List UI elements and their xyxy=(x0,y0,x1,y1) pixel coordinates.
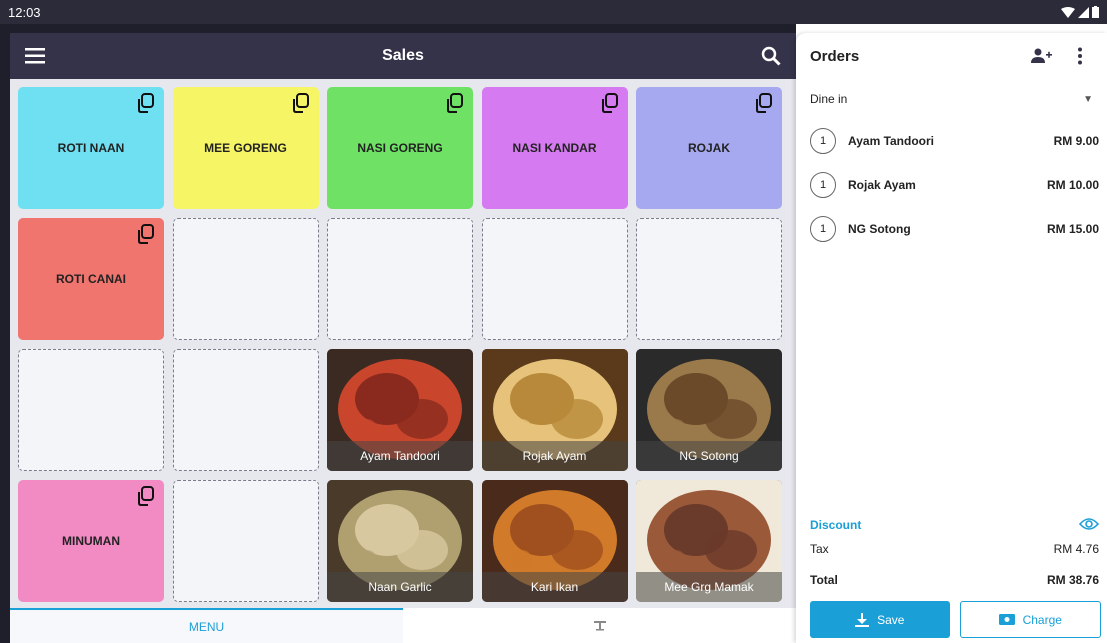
tile-label: MINUMAN xyxy=(62,534,120,548)
eye-icon[interactable] xyxy=(1078,517,1100,534)
product-name: Kari Ikan xyxy=(481,572,628,602)
tile-label: ROTI CANAI xyxy=(56,272,126,286)
tile-label: ROJAK xyxy=(687,141,730,155)
tab-menu[interactable]: MENU xyxy=(10,608,403,643)
copy-icon xyxy=(138,486,154,506)
item-grid: ROTI NAAN MEE GORENG NASI GORENG NASI KANDA… xyxy=(10,79,796,608)
tax-row: Tax RM 4.76 xyxy=(810,537,1099,561)
orders-title: Orders xyxy=(810,47,860,65)
page-title: Sales xyxy=(382,47,424,64)
orders-panel: Orders Dine in ▼ 1 Ayam Tandoori RM 9.00 1 R… xyxy=(796,33,1107,643)
save-button[interactable]: Save xyxy=(810,601,950,638)
product-name: Ayam Tandoori xyxy=(327,441,473,471)
copy-icon xyxy=(292,93,309,113)
category-tile[interactable]: MEE GORENG xyxy=(172,87,319,209)
top-edge xyxy=(10,24,796,33)
copy-icon xyxy=(138,224,154,244)
total-label: Total xyxy=(810,573,838,587)
hamburger-icon xyxy=(25,48,45,64)
product-name: Rojak Ayam xyxy=(481,441,628,471)
order-list: 1 Ayam Tandoori RM 9.00 1 Rojak Ayam RM 10.00… xyxy=(796,119,1107,251)
order-actions: Save Charge xyxy=(810,601,1101,638)
hamburger-menu-button[interactable] xyxy=(10,33,60,79)
order-type-select[interactable]: Dine in ▼ xyxy=(796,79,1107,119)
status-bar: 12:03 xyxy=(0,0,1107,24)
quantity-badge: 1 xyxy=(810,172,836,198)
product-name: NG Sotong xyxy=(636,441,782,471)
item-name: Rojak Ayam xyxy=(848,178,916,192)
product-name: Mee Grg Mamak xyxy=(636,572,782,602)
product-tile[interactable]: Rojak Ayam xyxy=(481,349,628,471)
copy-icon xyxy=(138,93,154,113)
status-time: 12:03 xyxy=(8,4,41,20)
order-item[interactable]: 1 Ayam Tandoori RM 9.00 xyxy=(796,119,1107,163)
bottom-nav: MENU xyxy=(10,608,796,643)
copy-icon xyxy=(756,93,772,113)
product-tile[interactable]: NG Sotong xyxy=(636,349,782,471)
order-type-value: Dine in xyxy=(810,92,848,106)
tile-label: ROTI NAAN xyxy=(57,141,125,155)
product-name: Naan Garlic xyxy=(327,572,473,602)
empty-slot[interactable] xyxy=(636,218,782,340)
category-tile[interactable]: NASI KANDAR xyxy=(481,87,628,209)
total-row: Total RM 38.76 xyxy=(810,568,1099,592)
item-price: RM 10.00 xyxy=(1046,178,1099,192)
copy-icon xyxy=(447,93,463,113)
category-tile[interactable]: MINUMAN xyxy=(18,480,164,602)
tile-label: MEE GORENG xyxy=(204,141,287,155)
empty-slot[interactable] xyxy=(172,218,319,340)
orders-header: Orders xyxy=(796,33,1107,79)
tax-value: RM 4.76 xyxy=(1053,542,1099,556)
order-item[interactable]: 1 Rojak Ayam RM 10.00 xyxy=(796,163,1107,207)
tile-label: NASI GORENG xyxy=(357,141,443,155)
category-tile[interactable]: ROTI NAAN xyxy=(18,87,164,209)
product-tile[interactable]: Naan Garlic xyxy=(327,480,473,602)
search-icon xyxy=(761,46,781,66)
cash-icon xyxy=(998,614,1015,625)
charge-button[interactable]: Charge xyxy=(959,601,1101,638)
left-edge xyxy=(0,24,10,643)
add-person-icon xyxy=(1031,48,1052,63)
save-label: Save xyxy=(877,612,905,627)
item-name: NG Sotong xyxy=(848,222,911,236)
order-item[interactable]: 1 NG Sotong RM 15.00 xyxy=(796,207,1107,251)
discount-label: Discount xyxy=(810,518,862,532)
empty-slot[interactable] xyxy=(481,218,628,340)
item-price: RM 9.00 xyxy=(1053,134,1099,148)
tab-tables[interactable] xyxy=(403,608,796,643)
charge-label: Charge xyxy=(1022,612,1062,627)
chevron-down-icon: ▼ xyxy=(1083,93,1093,105)
item-name: Ayam Tandoori xyxy=(848,134,935,148)
discount-row[interactable]: Discount xyxy=(810,513,1100,537)
download-icon xyxy=(855,612,870,627)
category-tile[interactable]: ROTI CANAI xyxy=(18,218,164,340)
more-options-button[interactable] xyxy=(1067,43,1093,69)
quantity-badge: 1 xyxy=(810,128,836,154)
app-bar: Sales xyxy=(10,33,796,79)
empty-slot[interactable] xyxy=(327,218,473,340)
product-tile[interactable]: Kari Ikan xyxy=(481,480,628,602)
empty-slot[interactable] xyxy=(172,480,319,602)
category-tile[interactable]: ROJAK xyxy=(636,87,782,209)
total-value: RM 38.76 xyxy=(1046,573,1099,587)
order-summary: Discount Tax RM 4.76 Total RM 38.76 xyxy=(796,513,1107,592)
tax-label: Tax xyxy=(810,542,829,556)
empty-slot[interactable] xyxy=(18,349,164,471)
tile-label: NASI KANDAR xyxy=(512,141,597,155)
quantity-badge: 1 xyxy=(810,216,836,242)
add-customer-button[interactable] xyxy=(1029,43,1055,69)
product-tile[interactable]: Ayam Tandoori xyxy=(327,349,473,471)
item-price: RM 15.00 xyxy=(1046,222,1099,236)
table-icon xyxy=(593,620,606,630)
category-tile[interactable]: NASI GORENG xyxy=(327,87,473,209)
battery-icon xyxy=(1092,6,1099,18)
empty-slot[interactable] xyxy=(172,349,319,471)
status-icons xyxy=(1061,6,1099,18)
copy-icon xyxy=(601,93,618,113)
signal-icon xyxy=(1078,6,1089,18)
more-vert-icon xyxy=(1078,47,1082,65)
product-tile[interactable]: Mee Grg Mamak xyxy=(636,480,782,602)
search-button[interactable] xyxy=(746,33,796,79)
wifi-icon xyxy=(1061,6,1075,18)
